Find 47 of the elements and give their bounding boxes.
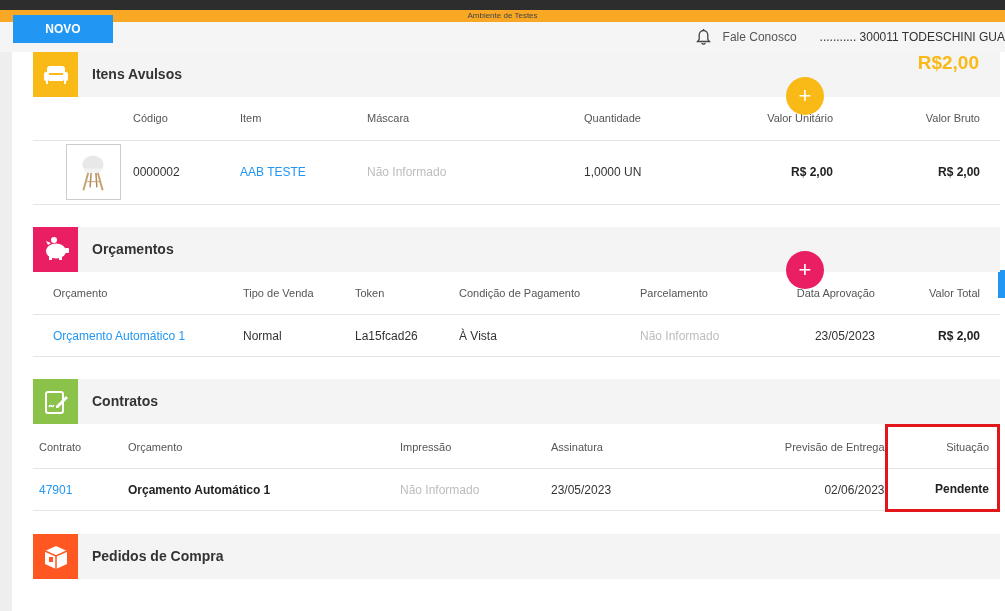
table-cell: Não Informado <box>367 165 447 179</box>
table-cell: Orçamento Automático 1 <box>128 482 271 497</box>
column-header: Contrato <box>33 425 128 469</box>
table-cell: 23/05/2023 <box>551 482 612 497</box>
column-header: Token <box>355 271 459 315</box>
contact-link[interactable]: Fale Conosco <box>722 28 797 46</box>
column-header: Condição de Pagamento <box>459 271 640 315</box>
table-cell: 02/06/2023 <box>824 482 885 497</box>
table-cell: R$ 2,00 <box>937 165 980 179</box>
column-header: Parcelamento <box>640 271 750 315</box>
total-value: R$2,00 <box>917 51 979 75</box>
column-header: Valor Total <box>875 271 1000 315</box>
new-button[interactable]: NOVO <box>13 15 113 43</box>
table-cell: 23/05/2023 <box>814 328 875 343</box>
column-header: Orçamento <box>33 271 243 315</box>
column-header: Situação <box>886 425 999 469</box>
table-cell: Não Informado <box>400 482 480 497</box>
column-header: Máscara <box>367 97 584 140</box>
column-header: Impressão <box>400 425 551 469</box>
table-link[interactable]: AAB TESTE <box>240 165 306 179</box>
section-title: Pedidos de Compra <box>92 547 224 566</box>
table-cell: Normal <box>243 328 282 343</box>
table-cell: R$ 2,00 <box>937 328 980 343</box>
table-cell: La15fcad26 <box>355 328 418 343</box>
column-header: Orçamento <box>128 425 400 469</box>
column-header: Item <box>240 97 367 140</box>
section-title: Itens Avulsos <box>92 65 182 84</box>
section-title: Orçamentos <box>92 239 174 259</box>
table-link[interactable]: 47901 <box>39 482 73 497</box>
table-cell: 1,0000 UN <box>584 165 642 179</box>
table-cell: À Vista <box>459 328 497 343</box>
table-cell: Não Informado <box>640 328 720 343</box>
table-cell: Pendente <box>935 482 989 496</box>
column-header: Valor Bruto <box>833 97 1000 140</box>
notification-bell-icon[interactable] <box>695 28 711 46</box>
column-header: Quantidade <box>584 97 708 140</box>
section-title: Contratos <box>92 392 159 411</box>
table-link[interactable]: Orçamento Automático 1 <box>53 328 186 343</box>
table-cell: 0000002 <box>133 165 180 179</box>
column-header: Previsão de Entrega <box>736 425 886 469</box>
table-cell: R$ 2,00 <box>790 165 833 179</box>
column-header: Tipo de Venda <box>243 271 355 315</box>
add-button[interactable]: + <box>786 77 824 115</box>
environment-label: Ambiente de Testes <box>467 11 538 20</box>
user-name[interactable]: ........... 300011 TODESCHINI GUA <box>819 28 1005 46</box>
column-header: Código <box>133 97 240 140</box>
column-header: Assinatura <box>551 425 736 469</box>
